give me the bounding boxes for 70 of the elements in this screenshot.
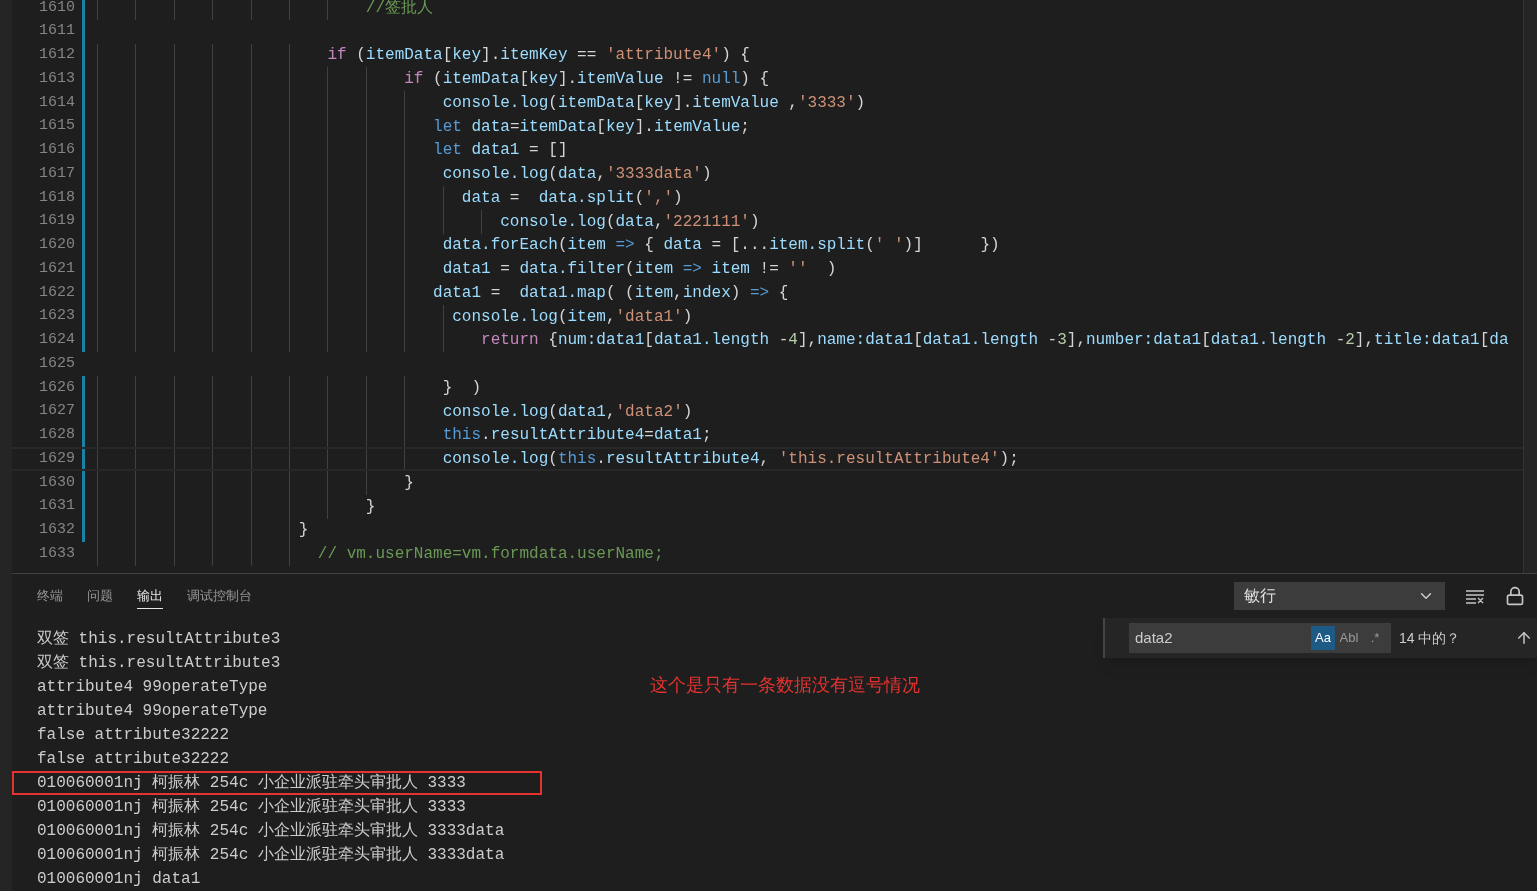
code-line: data1 = data.filter(item => item != '' ) bbox=[441, 259, 837, 281]
line-number: 1629 bbox=[38, 448, 75, 469]
line-number: 1632 bbox=[38, 520, 75, 541]
line-number: 1618 bbox=[38, 187, 75, 208]
line-number: 1617 bbox=[38, 163, 75, 184]
code-line: data1 = data1.map( (item,index) => { bbox=[432, 282, 789, 304]
code-line: return {num:data1[data1.length -4],name:data1[data1.length -3],number:data1[data1.length -2],title:data1[da bbox=[480, 330, 1509, 352]
code-line: data.forEach(item => { data = [...item.split(' ')] }) bbox=[441, 235, 1000, 257]
line-number: 1615 bbox=[38, 116, 75, 137]
output-line: 010060001nj data1 bbox=[37, 869, 201, 890]
output-line: false attribute32222 bbox=[37, 749, 230, 770]
panel-tab[interactable]: 终端 bbox=[37, 583, 63, 609]
output-line: 010060001nj 柯振林 254c 小企业派驻牵头审批人 3333data bbox=[37, 820, 505, 842]
code-line: } bbox=[364, 496, 376, 518]
line-number: 1626 bbox=[38, 377, 75, 398]
line-number: 1633 bbox=[38, 543, 75, 564]
code-line: data = data.split(',') bbox=[460, 187, 683, 209]
line-number: 1630 bbox=[38, 472, 75, 493]
line-number: 1625 bbox=[38, 353, 75, 374]
line-number: 1624 bbox=[38, 330, 75, 351]
channel-dropdown[interactable]: 敏行 bbox=[1234, 582, 1445, 610]
code-line: // vm.userName=vm.formdata.userName; bbox=[316, 544, 664, 566]
output-line: attribute4 99operateType bbox=[37, 701, 268, 722]
line-number: 1623 bbox=[38, 306, 75, 327]
code-line: this.resultAttribute4=data1; bbox=[441, 425, 712, 447]
code-line: } bbox=[403, 472, 414, 494]
code-line: console.log(data,'2221111') bbox=[499, 211, 760, 233]
output-line: attribute4 99operateType bbox=[37, 677, 268, 698]
line-number: 1610 bbox=[38, 0, 75, 18]
line-number: 1631 bbox=[38, 496, 75, 517]
output-line: 双签 this.resultAttribute3 bbox=[37, 653, 281, 674]
scrollbar-track[interactable] bbox=[1523, 0, 1537, 573]
code-line: } bbox=[297, 520, 309, 542]
code-line: let data=itemData[key].itemValue; bbox=[432, 116, 750, 138]
line-number: 1614 bbox=[38, 92, 75, 113]
panel-tab[interactable]: 调试控制台 bbox=[187, 583, 252, 609]
previous-match-icon[interactable] bbox=[1515, 629, 1533, 647]
line-number: 1611 bbox=[38, 21, 75, 42]
output-line: false attribute32222 bbox=[37, 725, 230, 746]
code-line: if (itemData[key].itemKey == 'attribute4') { bbox=[326, 45, 750, 67]
code-line: } ) bbox=[441, 377, 482, 399]
line-number: 1622 bbox=[38, 282, 75, 303]
clear-output-icon[interactable] bbox=[1465, 588, 1485, 604]
code-line: let data1 = [] bbox=[432, 140, 568, 162]
find-option-toggle[interactable]: Aa bbox=[1311, 626, 1335, 650]
output-line: 010060001nj 柯振林 254c 小企业派驻牵头审批人 3333 bbox=[37, 796, 466, 818]
code-line: if (itemData[key].itemValue != null) { bbox=[403, 69, 770, 91]
lock-icon[interactable] bbox=[1505, 586, 1525, 606]
line-number: 1619 bbox=[38, 211, 75, 232]
line-number: 1628 bbox=[38, 425, 75, 446]
panel-tab[interactable]: 问题 bbox=[87, 583, 113, 609]
output-line: 010060001nj 柯振林 254c 小企业派驻牵头审批人 3333data bbox=[37, 844, 505, 866]
line-number: 1621 bbox=[38, 258, 75, 279]
match-count: 14 中的？ bbox=[1399, 628, 1461, 648]
line-number: 1620 bbox=[38, 235, 75, 256]
code-line: console.log(this.resultAttribute4, 'this.resultAttribute4'); bbox=[441, 449, 1019, 471]
find-option-toggle[interactable]: Abl bbox=[1337, 626, 1361, 650]
annotation-text: 这个是只有一条数据没有逗号情况 bbox=[650, 674, 920, 697]
code-line: console.log(itemData[key].itemValue ,'3333') bbox=[441, 92, 866, 114]
line-number: 1613 bbox=[38, 68, 75, 89]
output-line: 双签 this.resultAttribute3 bbox=[37, 629, 281, 650]
find-option-toggle[interactable]: .* bbox=[1363, 626, 1387, 650]
code-line: console.log(data,'3333data') bbox=[441, 164, 712, 186]
find-field[interactable]: data2 Aa Abl .* bbox=[1129, 623, 1391, 653]
panel-tab[interactable]: 输出 bbox=[137, 583, 163, 609]
code-line: console.log(item,'data1') bbox=[451, 306, 693, 328]
code-line: console.log(data1,'data2') bbox=[441, 401, 693, 423]
line-number: 1627 bbox=[38, 401, 75, 422]
line-number: 1612 bbox=[38, 45, 75, 66]
line-number: 1616 bbox=[38, 140, 75, 161]
